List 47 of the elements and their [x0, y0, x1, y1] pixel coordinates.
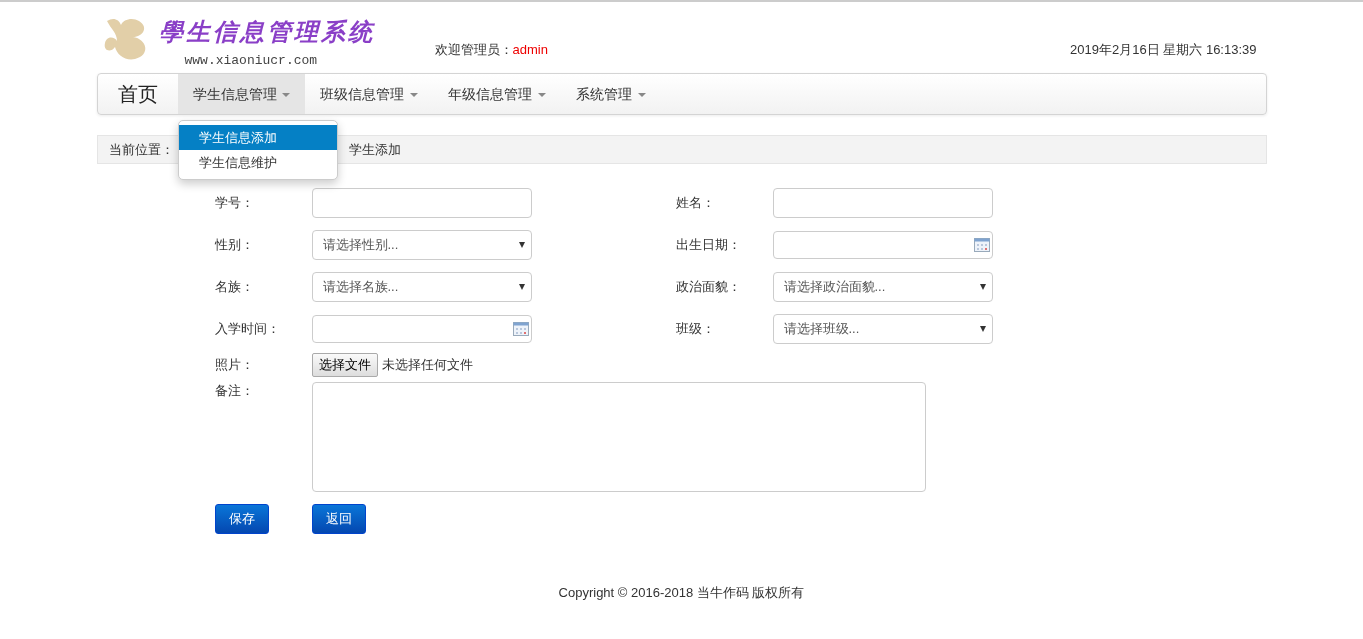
field-label: 性别： — [214, 236, 255, 254]
dropdown-arrow-icon — [979, 284, 986, 290]
field-label: 名族： — [214, 278, 255, 296]
nav-menu-item[interactable]: 年级信息管理 — [433, 74, 562, 114]
datetime-text: 2019年2月16日 星期六 16:13:39 — [1070, 41, 1257, 59]
dropdown-arrow-icon — [979, 326, 986, 332]
calendar-icon — [512, 322, 529, 336]
form-button[interactable]: 保存 — [214, 504, 269, 534]
dropdown-item[interactable]: 学生信息添加 — [178, 125, 337, 150]
caret-icon — [638, 93, 647, 98]
calendar-icon — [973, 238, 990, 252]
select-field[interactable]: 请选择政治面貌... — [772, 272, 993, 302]
copyright-text: Copyright © 2016-2018 当牛作码 版权所有 — [557, 584, 806, 602]
home-link[interactable]: 首页 — [97, 74, 178, 114]
breadcrumb-label: 当前位置： — [108, 142, 174, 157]
nav-menu-item[interactable]: 班级信息管理 — [305, 74, 434, 114]
select-field[interactable]: 请选择名族... — [311, 272, 532, 302]
date-input[interactable] — [311, 315, 532, 343]
choose-file-button[interactable]: 选择文件 — [311, 353, 378, 377]
caret-icon — [410, 93, 419, 98]
text-input[interactable] — [772, 188, 993, 218]
field-label: 学号： — [214, 194, 255, 212]
file-status-text: 未选择任何文件 — [381, 356, 473, 374]
dropdown-item[interactable]: 学生信息维护 — [178, 150, 337, 175]
system-title: 學生信息管理系统 — [158, 16, 375, 48]
field-label: 照片： — [214, 356, 255, 374]
field-label: 政治面貌： — [675, 278, 742, 296]
dropdown-arrow-icon — [518, 242, 525, 248]
site-url: www.xiaoniucr.com — [184, 53, 319, 68]
field-label: 班级： — [675, 320, 716, 338]
welcome-text: 欢迎管理员：admin — [434, 41, 548, 59]
text-input[interactable] — [311, 188, 532, 218]
field-label: 姓名： — [675, 194, 716, 212]
field-label: 出生日期： — [675, 236, 742, 254]
nav-menu-item[interactable]: 系统管理 — [561, 74, 662, 114]
caret-icon — [538, 93, 547, 98]
breadcrumb-current: 学生添加 — [348, 142, 401, 157]
remark-textarea[interactable] — [311, 382, 926, 492]
date-input[interactable] — [772, 231, 993, 259]
nav-menu-item[interactable]: 学生信息管理 — [177, 74, 306, 114]
form-button[interactable]: 返回 — [311, 504, 366, 534]
dropdown-arrow-icon — [518, 284, 525, 290]
field-label: 入学时间： — [214, 320, 281, 338]
select-field[interactable]: 请选择班级... — [772, 314, 993, 344]
caret-icon — [282, 93, 291, 98]
field-label: 备注： — [214, 382, 255, 400]
select-field[interactable]: 请选择性别... — [311, 230, 532, 260]
